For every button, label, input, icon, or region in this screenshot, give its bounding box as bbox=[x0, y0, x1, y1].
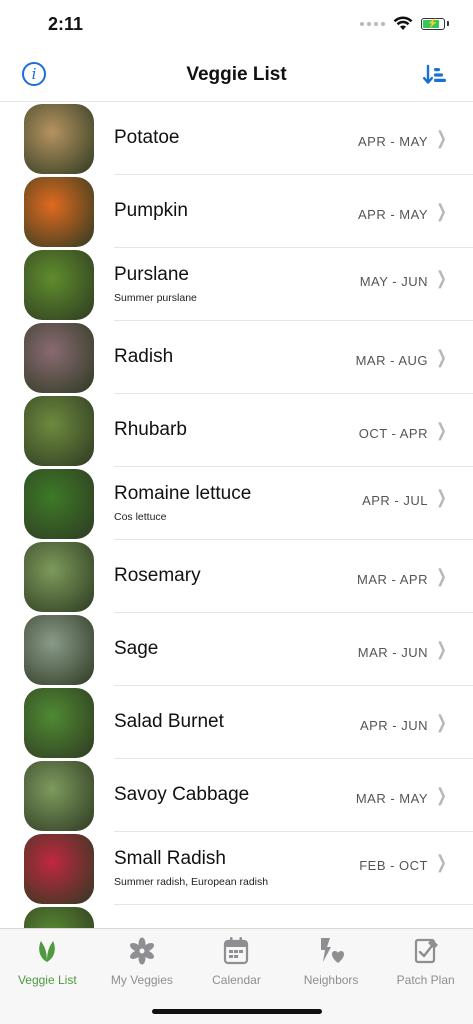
veggie-name: Romaine lettuce bbox=[114, 483, 252, 504]
veggie-thumbnail bbox=[24, 323, 94, 393]
veggie-season: APR - JUN bbox=[359, 718, 428, 733]
chevron-right-icon: ❯ bbox=[436, 268, 447, 288]
status-time: 2:11 bbox=[48, 14, 84, 34]
chevron-right-icon: ❯ bbox=[436, 201, 447, 221]
tab-patch-plan[interactable]: Patch Plan bbox=[378, 935, 473, 987]
list-item-11[interactable] bbox=[0, 905, 473, 928]
veggie-season: MAR - JUN bbox=[357, 645, 428, 660]
veggie-thumbnail bbox=[24, 688, 94, 758]
veggie-name: Small Radish bbox=[114, 848, 226, 869]
chevron-right-icon: ❯ bbox=[436, 639, 447, 659]
chevron-right-icon: ❯ bbox=[436, 852, 447, 872]
tab-veggie-list[interactable]: Veggie List bbox=[0, 935, 95, 987]
veggie-name: Rosemary bbox=[114, 565, 201, 586]
list-item-8[interactable]: Salad Burnet APR - JUN ❯ bbox=[0, 686, 473, 759]
veggie-season: MAR - AUG bbox=[355, 353, 428, 368]
chevron-right-icon: ❯ bbox=[436, 420, 447, 440]
leaf-icon bbox=[39, 941, 56, 962]
veggie-name: Rhubarb bbox=[114, 419, 187, 440]
sort-descending-icon[interactable] bbox=[423, 64, 447, 86]
veggie-name: Radish bbox=[114, 346, 174, 367]
veggie-season: MAR - MAY bbox=[355, 791, 428, 806]
tab-my-veggies[interactable]: My Veggies bbox=[95, 935, 190, 987]
veggie-thumbnail bbox=[24, 104, 94, 174]
veggie-season: FEB - OCT bbox=[359, 858, 428, 873]
list-item-3[interactable]: Radish MAR - AUG ❯ bbox=[0, 321, 473, 394]
veggie-name: Savoy Cabbage bbox=[114, 784, 250, 805]
veggie-thumbnail bbox=[24, 907, 94, 928]
veggie-thumbnail bbox=[24, 250, 94, 320]
veggie-thumbnail bbox=[24, 615, 94, 685]
veggie-season: MAY - JUN bbox=[359, 274, 428, 289]
flower-icon bbox=[129, 937, 154, 965]
veggie-name: Pumpkin bbox=[114, 200, 188, 221]
calendar-icon bbox=[224, 937, 249, 965]
veggie-thumbnail bbox=[24, 761, 94, 831]
veggie-season: OCT - APR bbox=[358, 426, 428, 441]
tab-label: Calendar bbox=[212, 973, 261, 987]
list-item-2[interactable]: Purslane Summer purslane MAY - JUN ❯ bbox=[0, 248, 473, 321]
veggie-list: Potatoe APR - MAY ❯ Pumpkin APR - MAY ❯ … bbox=[0, 102, 473, 928]
list-item-1[interactable]: Pumpkin APR - MAY ❯ bbox=[0, 175, 473, 248]
status-bar: 2:11 ⚡ bbox=[0, 0, 473, 52]
patch-plan-icon bbox=[414, 938, 438, 964]
veggie-season: APR - JUL bbox=[362, 493, 428, 508]
list-item-0[interactable]: Potatoe APR - MAY ❯ bbox=[0, 102, 473, 175]
tab-neighbors[interactable]: Neighbors bbox=[284, 935, 379, 987]
list-item-5[interactable]: Romaine lettuce Cos lettuce APR - JUL ❯ bbox=[0, 467, 473, 540]
veggie-thumbnail bbox=[24, 469, 94, 539]
navigation-bar: i Veggie List bbox=[0, 52, 473, 102]
veggie-name: Sage bbox=[114, 638, 159, 659]
list-item-6[interactable]: Rosemary MAR - APR ❯ bbox=[0, 540, 473, 613]
chevron-right-icon: ❯ bbox=[436, 566, 447, 586]
wifi-icon bbox=[393, 16, 413, 30]
chevron-right-icon: ❯ bbox=[436, 785, 447, 805]
tab-label: Patch Plan bbox=[396, 973, 455, 987]
chevron-right-icon: ❯ bbox=[436, 347, 447, 367]
page-title: Veggie List bbox=[186, 64, 287, 85]
tab-bar: Veggie List My Veggies Calendar Neighbor… bbox=[0, 928, 473, 1024]
veggie-name: Salad Burnet bbox=[114, 711, 224, 732]
veggie-thumbnail bbox=[24, 542, 94, 612]
battery-icon: ⚡ bbox=[421, 17, 445, 30]
list-item-9[interactable]: Savoy Cabbage MAR - MAY ❯ bbox=[0, 759, 473, 832]
cellular-signal-icon bbox=[360, 21, 385, 26]
veggie-name: Potatoe bbox=[114, 127, 180, 148]
home-indicator bbox=[152, 1009, 322, 1014]
veggie-thumbnail bbox=[24, 177, 94, 247]
veggie-name: Purslane bbox=[114, 264, 189, 285]
list-item-10[interactable]: Small Radish Summer radish, European rad… bbox=[0, 832, 473, 905]
veggie-subtitle: Cos lettuce bbox=[114, 511, 167, 523]
chevron-right-icon: ❯ bbox=[436, 128, 447, 148]
tab-label: My Veggies bbox=[110, 973, 173, 987]
veggie-subtitle: Summer purslane bbox=[114, 292, 197, 304]
neighbors-icon bbox=[321, 938, 345, 963]
status-icons: ⚡ bbox=[360, 16, 449, 31]
list-item-4[interactable]: Rhubarb OCT - APR ❯ bbox=[0, 394, 473, 467]
tab-label: Neighbors bbox=[303, 973, 359, 987]
chevron-right-icon: ❯ bbox=[436, 487, 447, 507]
veggie-thumbnail bbox=[24, 834, 94, 904]
list-item-7[interactable]: Sage MAR - JUN ❯ bbox=[0, 613, 473, 686]
veggie-season: APR - MAY bbox=[358, 207, 428, 222]
tab-label: Veggie List bbox=[17, 973, 77, 987]
veggie-season: MAR - APR bbox=[357, 572, 428, 587]
chevron-right-icon: ❯ bbox=[436, 712, 447, 732]
veggie-subtitle: Summer radish, European radish bbox=[114, 876, 269, 888]
veggie-thumbnail bbox=[24, 396, 94, 466]
veggie-season: APR - MAY bbox=[358, 134, 428, 149]
tab-calendar[interactable]: Calendar bbox=[189, 935, 284, 987]
